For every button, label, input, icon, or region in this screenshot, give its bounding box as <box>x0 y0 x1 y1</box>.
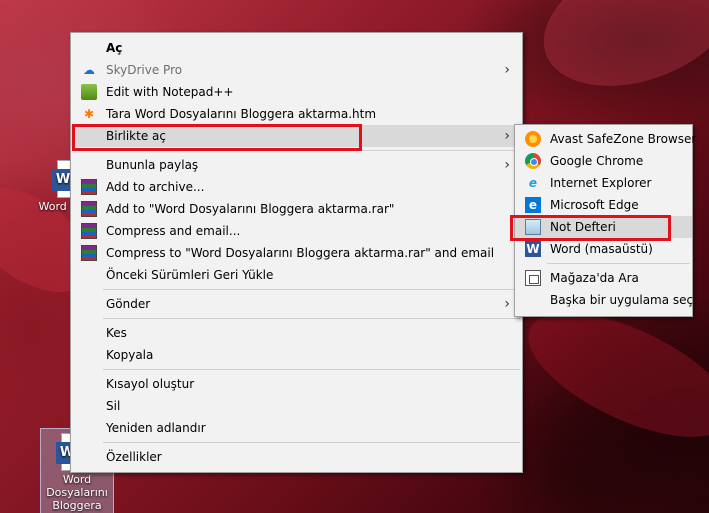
menu-item-avast-scan[interactable]: ✱ Tara Word Dosyalarını Bloggera aktarma.… <box>71 103 522 125</box>
chevron-right-icon: › <box>504 296 510 312</box>
submenu-item-word-desktop[interactable]: W Word (masaüstü) <box>515 238 692 260</box>
notepadpp-icon <box>81 84 97 100</box>
menu-item-send-to[interactable]: Gönder › <box>71 293 522 315</box>
menu-item-skydrive-pro[interactable]: ☁ SkyDrive Pro › <box>71 59 522 81</box>
submenu-item-google-chrome[interactable]: Google Chrome <box>515 150 692 172</box>
menu-separator <box>103 150 520 151</box>
menu-separator <box>103 442 520 443</box>
menu-item-properties[interactable]: Özellikler <box>71 446 522 468</box>
menu-item-delete[interactable]: Sil <box>71 395 522 417</box>
winrar-icon <box>81 179 97 195</box>
chevron-right-icon: › <box>504 128 510 144</box>
internet-explorer-icon: e <box>528 176 538 190</box>
avast-icon: ✱ <box>83 107 95 121</box>
menu-separator <box>103 318 520 319</box>
menu-item-compress-to-rar-and-email[interactable]: Compress to "Word Dosyalarını Bloggera a… <box>71 242 522 264</box>
desktop-icon-label: Word Dosyalarını Bloggera <box>46 473 108 512</box>
menu-item-rename[interactable]: Yeniden adlandır <box>71 417 522 439</box>
avast-browser-icon <box>525 131 541 147</box>
wallpaper-petal <box>525 0 709 111</box>
submenu-item-search-store[interactable]: Mağaza'da Ara <box>515 267 692 289</box>
menu-item-share-with[interactable]: Bununla paylaş › <box>71 154 522 176</box>
menu-item-open[interactable]: Aç <box>71 37 522 59</box>
menu-item-create-shortcut[interactable]: Kısayol oluştur <box>71 373 522 395</box>
submenu-item-microsoft-edge[interactable]: e Microsoft Edge <box>515 194 692 216</box>
submenu-item-notepad[interactable]: Not Defteri <box>515 216 692 238</box>
menu-separator <box>103 369 520 370</box>
submenu-item-avast-safezone[interactable]: Avast SafeZone Browser <box>515 128 696 150</box>
menu-item-compress-and-email[interactable]: Compress and email... <box>71 220 522 242</box>
cloud-icon: ☁ <box>83 63 95 77</box>
menu-item-copy[interactable]: Kopyala <box>71 344 522 366</box>
chrome-icon <box>525 153 541 169</box>
open-with-submenu: Avast SafeZone Browser Google Chrome e In… <box>514 124 696 317</box>
word-icon: W <box>525 241 541 257</box>
menu-separator <box>103 289 520 290</box>
winrar-icon <box>81 223 97 239</box>
winrar-icon <box>81 201 97 217</box>
context-menu: Aç ☁ SkyDrive Pro › Edit with Notepad++ ✱ T… <box>70 32 523 473</box>
chevron-right-icon: › <box>504 157 510 173</box>
menu-item-open-with[interactable]: Birlikte aç › <box>71 125 522 147</box>
edge-icon: e <box>525 197 541 213</box>
menu-item-restore-previous-versions[interactable]: Önceki Sürümleri Geri Yükle <box>71 264 522 286</box>
winrar-icon <box>81 245 97 261</box>
notepad-icon <box>525 219 541 235</box>
menu-separator <box>547 263 690 264</box>
submenu-item-choose-another-app[interactable]: Başka bir uygulama seç <box>515 289 693 311</box>
menu-item-edit-with-notepadpp[interactable]: Edit with Notepad++ <box>71 81 522 103</box>
chevron-right-icon: › <box>504 62 510 78</box>
menu-item-add-to-rar[interactable]: Add to "Word Dosyalarını Bloggera aktarm… <box>71 198 522 220</box>
store-icon <box>525 270 541 286</box>
menu-item-cut[interactable]: Kes <box>71 322 522 344</box>
submenu-item-internet-explorer[interactable]: e Internet Explorer <box>515 172 692 194</box>
menu-item-add-to-archive[interactable]: Add to archive... <box>71 176 522 198</box>
